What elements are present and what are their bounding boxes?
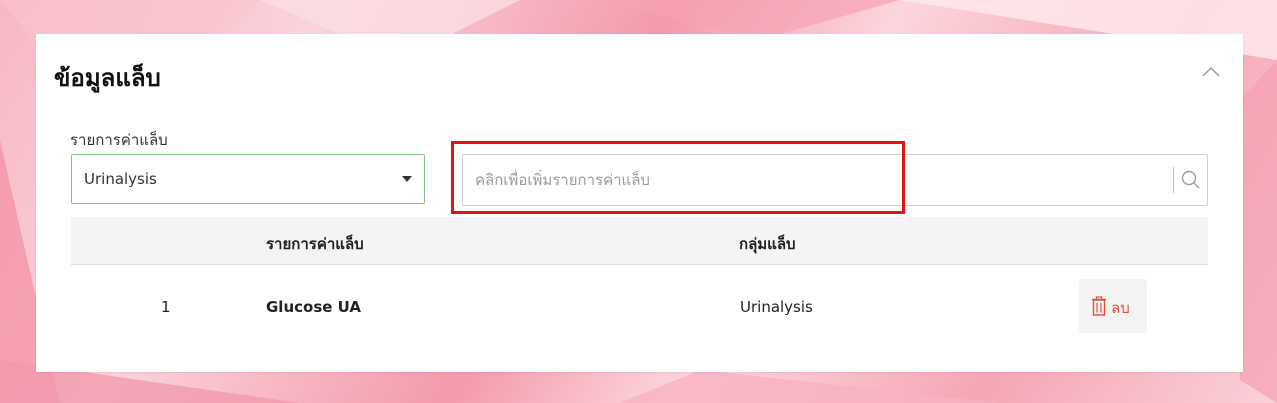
- search-divider: [1173, 167, 1174, 193]
- lab-info-card: ข้อมูลแล็บ รายการค่าแล็บ Urinalysis รายก…: [36, 34, 1243, 372]
- lab-group-select-value: Urinalysis: [84, 170, 157, 188]
- header-lab-item: รายการค่าแล็บ: [266, 235, 364, 253]
- header-lab-group: กลุ่มแล็บ: [739, 235, 796, 253]
- caret-down-icon: [402, 176, 412, 182]
- lab-table: รายการค่าแล็บ กลุ่มแล็บ 1 Glucose UA Uri…: [71, 217, 1208, 349]
- lab-list-label: รายการค่าแล็บ: [70, 131, 168, 149]
- row-lab-item: Glucose UA: [266, 298, 361, 316]
- card-title: ข้อมูลแล็บ: [54, 64, 161, 92]
- lab-search-field[interactable]: [462, 154, 1208, 206]
- chevron-up-icon[interactable]: [1199, 60, 1223, 84]
- search-icon[interactable]: [1180, 169, 1202, 191]
- trash-icon: [1092, 296, 1106, 316]
- lab-group-select[interactable]: Urinalysis: [71, 154, 425, 204]
- lab-search-input[interactable]: [463, 155, 1169, 205]
- table-row: 1 Glucose UA Urinalysis ลบ: [71, 265, 1208, 349]
- row-lab-group: Urinalysis: [740, 298, 813, 316]
- delete-button[interactable]: ลบ: [1079, 279, 1147, 333]
- delete-label: ลบ: [1111, 299, 1130, 317]
- table-header: รายการค่าแล็บ กลุ่มแล็บ: [71, 217, 1208, 265]
- row-index: 1: [161, 298, 171, 316]
